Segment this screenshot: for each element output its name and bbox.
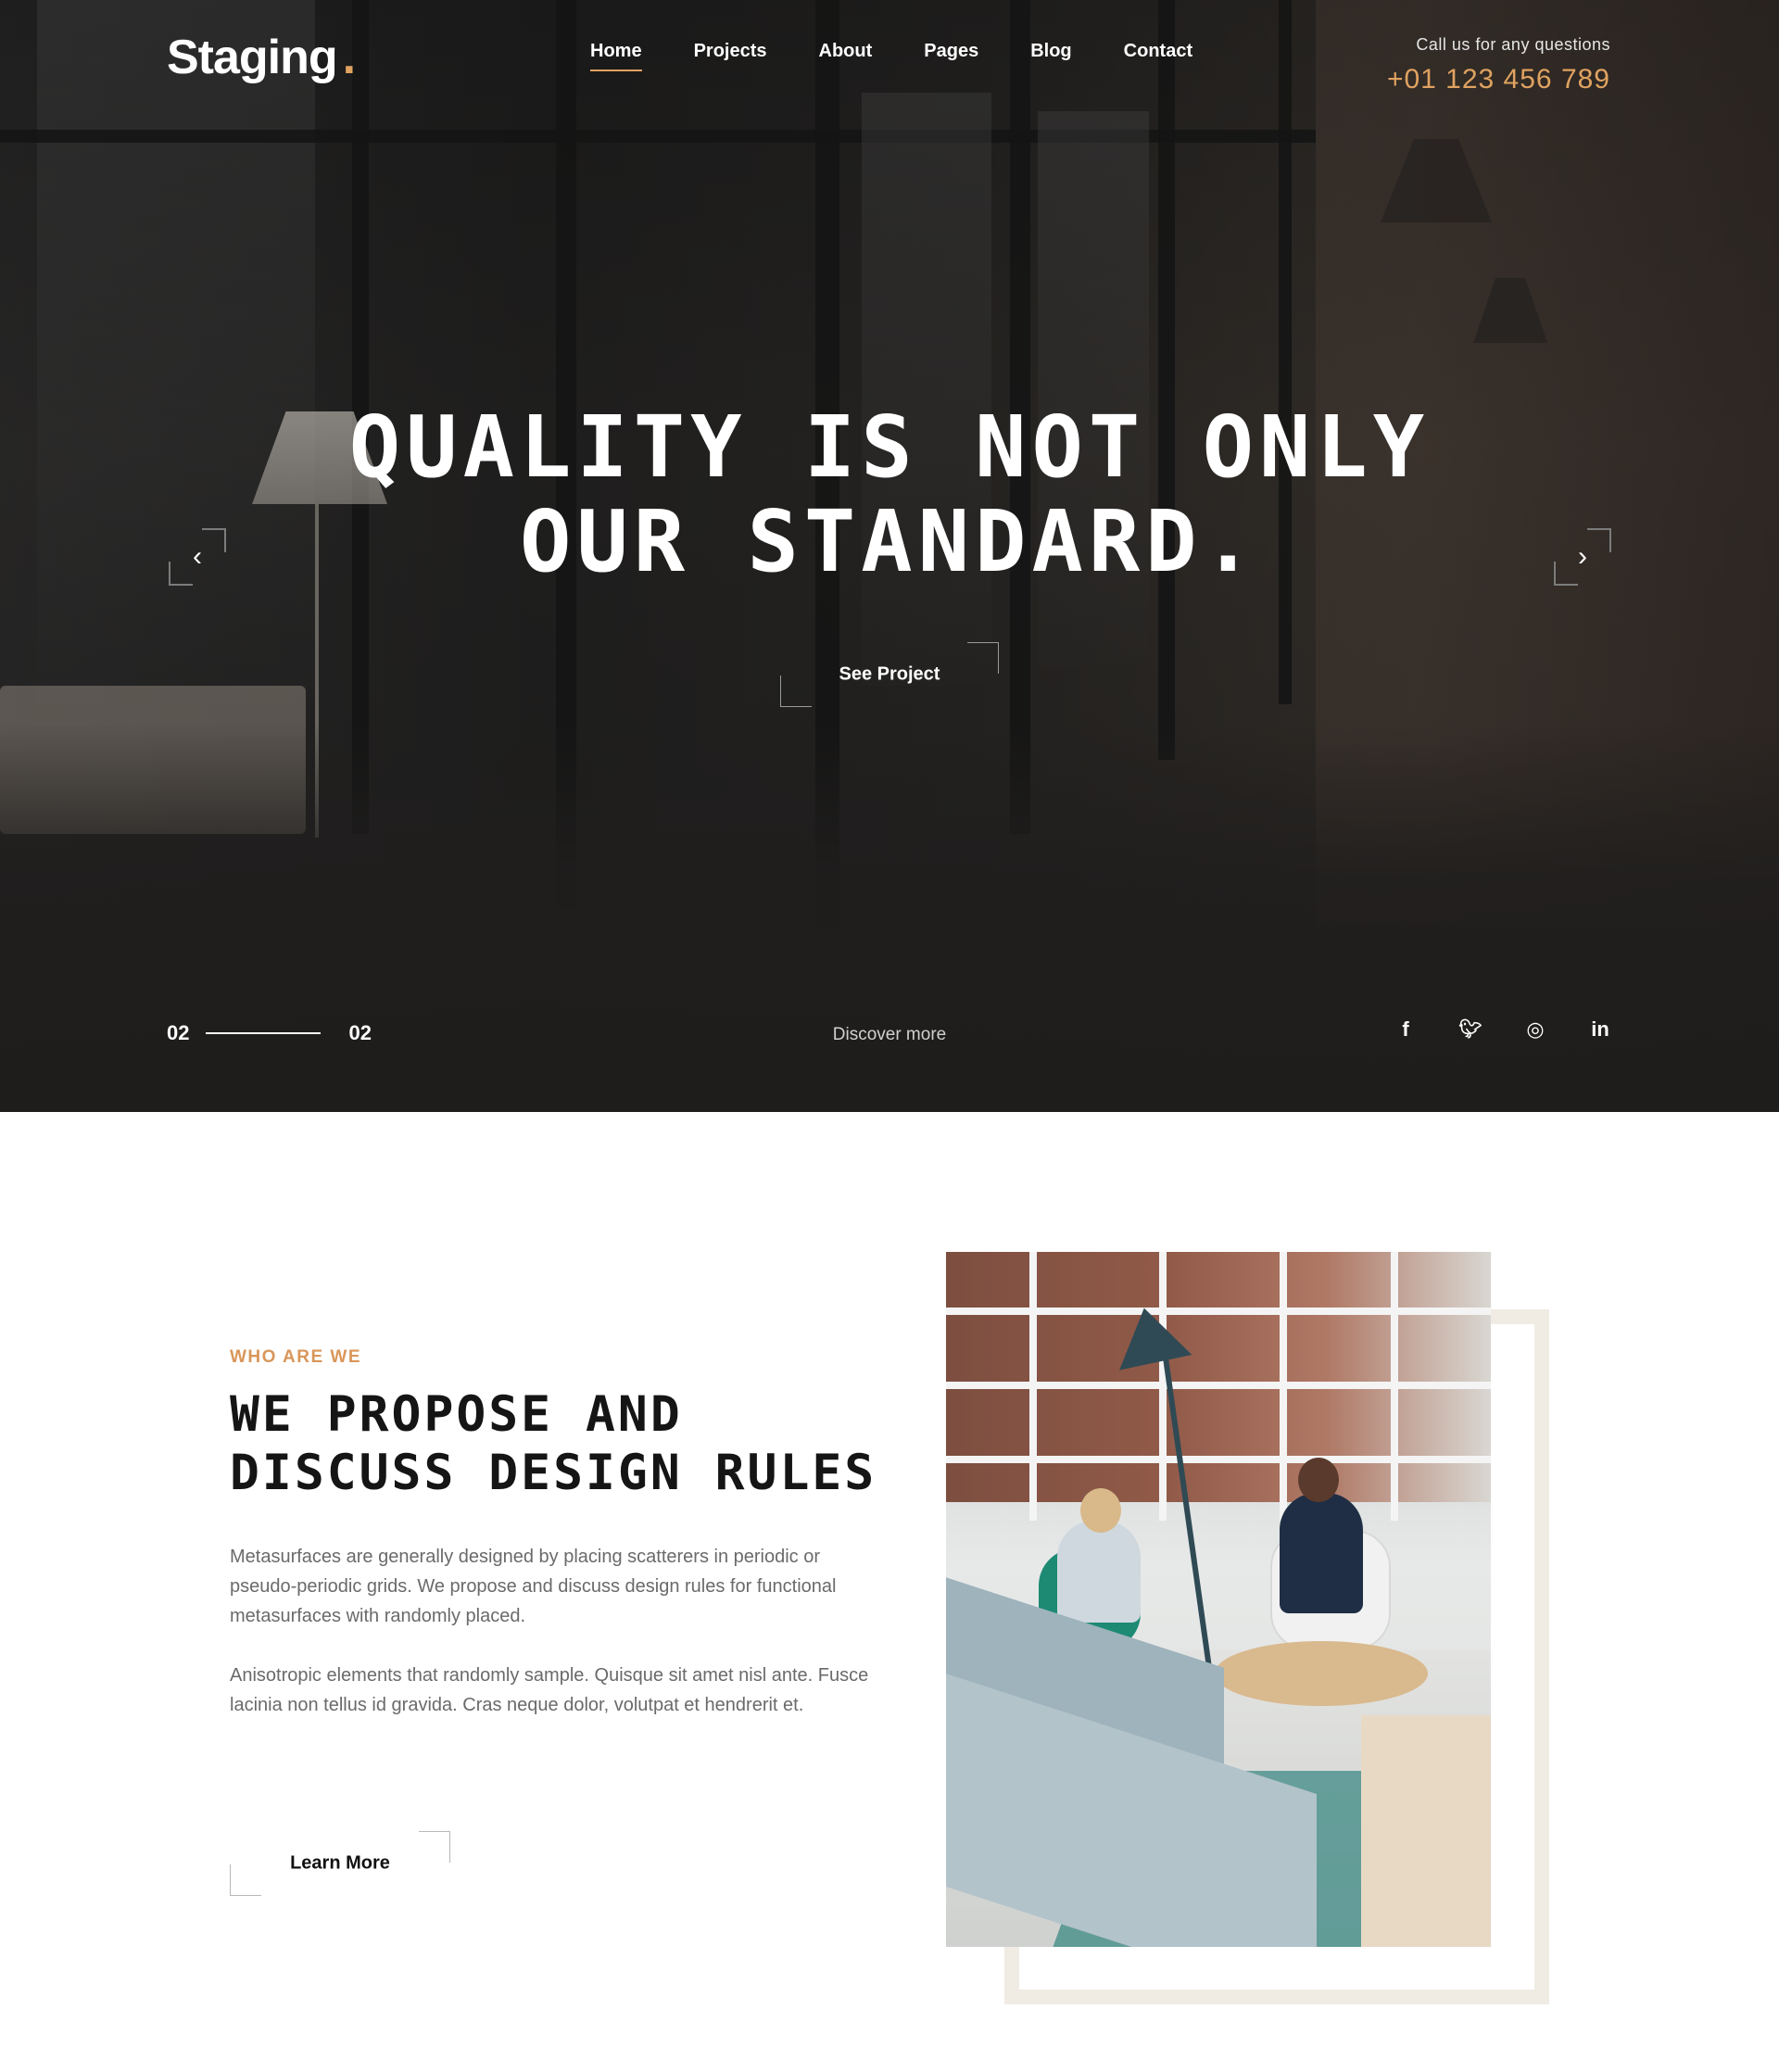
nav-item-contact[interactable]: Contact xyxy=(1124,41,1192,71)
photo-side-panel xyxy=(1361,1715,1491,1947)
hero-title-line1: QUALITY IS NOT ONLY xyxy=(348,398,1431,497)
photo-coffee-table xyxy=(1215,1641,1428,1706)
photo-window-bar xyxy=(946,1308,1491,1315)
about-title-line1: WE PROPOSE AND xyxy=(230,1386,683,1443)
contact-phone[interactable]: +01 123 456 789 xyxy=(1387,64,1610,95)
contact-info: Call us for any questions +01 123 456 78… xyxy=(1387,35,1610,95)
chevron-left-icon: ‹ xyxy=(193,541,202,572)
hero-section: Staging. Home Projects About Pages Blog … xyxy=(0,0,1779,1112)
hero-bg-window xyxy=(37,0,315,704)
nav-item-pages[interactable]: Pages xyxy=(924,41,978,71)
about-title-line2: DISCUSS DESIGN RULES xyxy=(230,1445,877,1501)
nav-item-home[interactable]: Home xyxy=(590,41,642,71)
see-project-button[interactable]: See Project xyxy=(780,642,999,707)
hero-bg-mullion xyxy=(1158,0,1175,760)
brand-name: Staging xyxy=(167,31,338,84)
nav-item-projects[interactable]: Projects xyxy=(694,41,767,71)
linkedin-icon[interactable]: in xyxy=(1588,1017,1612,1042)
section-eyebrow: WHO ARE WE xyxy=(230,1347,362,1367)
brand-dot: . xyxy=(342,31,356,84)
slider-next-button[interactable]: › xyxy=(1554,528,1611,586)
see-project-label: See Project xyxy=(839,663,940,685)
learn-more-button[interactable]: Learn More xyxy=(230,1831,450,1896)
hero-bg-floor xyxy=(0,723,1779,1112)
photo-person-right-head xyxy=(1298,1458,1339,1502)
photo-brick-wall xyxy=(946,1252,1491,1502)
chevron-right-icon: › xyxy=(1578,541,1587,572)
learn-more-label: Learn More xyxy=(290,1852,390,1874)
slider-prev-button[interactable]: ‹ xyxy=(169,528,226,586)
facebook-icon[interactable]: f xyxy=(1394,1017,1418,1042)
office-photo xyxy=(946,1252,1491,1947)
hero-title-line2: OUR STANDARD. xyxy=(519,492,1260,591)
hero-bg-mullion xyxy=(1279,0,1292,704)
photo-person-left-head xyxy=(1080,1488,1121,1533)
nav-item-blog[interactable]: Blog xyxy=(1030,41,1071,71)
about-title: WE PROPOSE AND DISCUSS DESIGN RULES xyxy=(230,1385,934,1502)
about-paragraph-2: Anisotropic elements that randomly sampl… xyxy=(230,1665,869,1715)
main-nav: Home Projects About Pages Blog Contact xyxy=(590,41,1192,71)
hero-bg-window xyxy=(862,93,991,686)
photo-person-right xyxy=(1280,1493,1363,1613)
contact-prompt: Call us for any questions xyxy=(1416,35,1610,54)
about-paragraph-1: Metasurfaces are generally designed by p… xyxy=(230,1547,837,1626)
photo-person-left xyxy=(1057,1521,1141,1623)
brand-logo[interactable]: Staging. xyxy=(167,30,356,85)
instagram-icon[interactable]: ◎ xyxy=(1523,1017,1547,1042)
nav-item-about[interactable]: About xyxy=(819,41,873,71)
photo-window-bar xyxy=(946,1456,1491,1463)
social-links: f 🐦︎ ◎ in xyxy=(1394,1017,1612,1042)
twitter-icon[interactable]: 🐦︎ xyxy=(1458,1017,1482,1042)
hero-title: QUALITY IS NOT ONLY OUR STANDARD. xyxy=(0,400,1779,589)
photo-window-bar xyxy=(946,1382,1491,1389)
